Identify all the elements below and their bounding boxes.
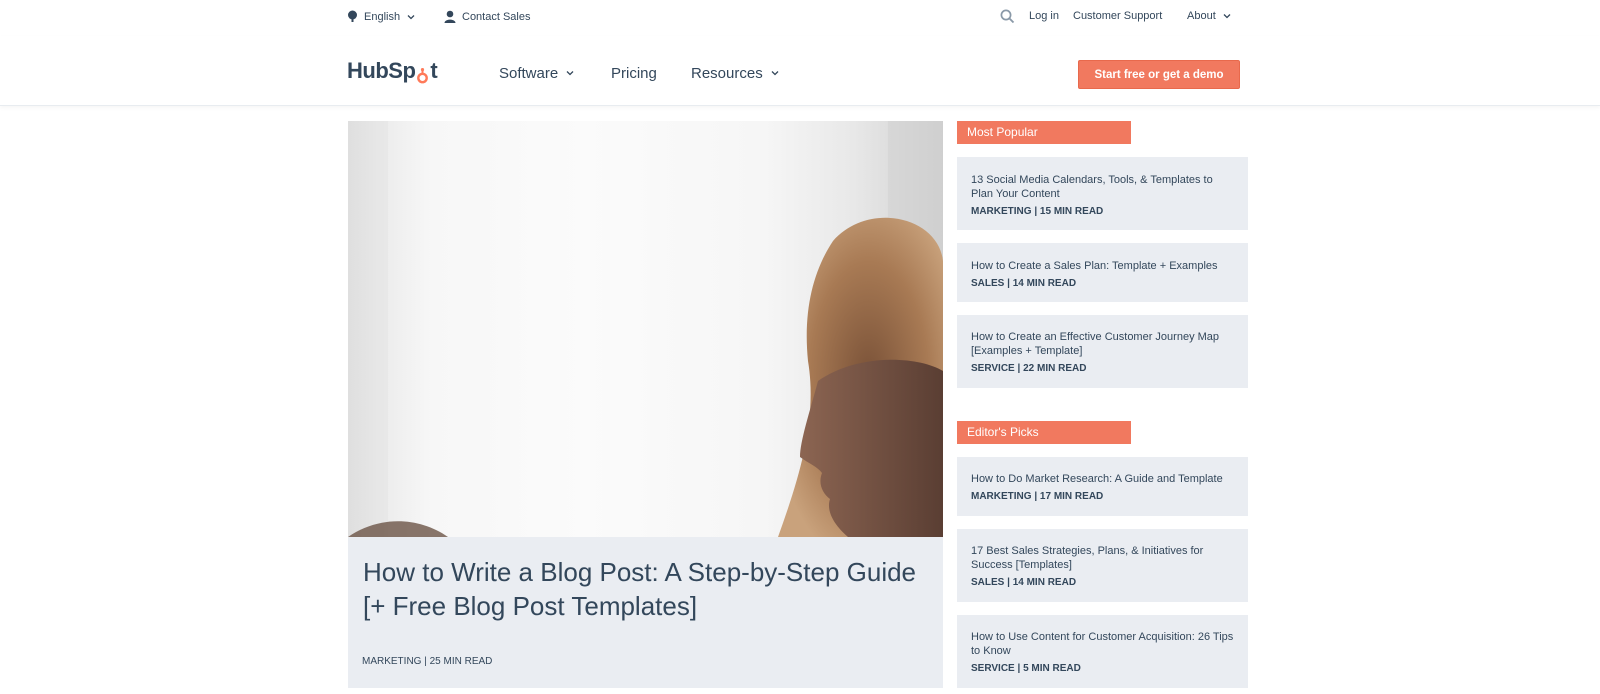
featured-article-read-time: 25 MIN READ bbox=[429, 656, 493, 667]
list-item-meta: SALES | 14 MIN READ bbox=[971, 278, 1077, 289]
list-item-meta: SALES | 14 MIN READ bbox=[971, 577, 1077, 588]
list-item[interactable]: How to Create a Sales Plan: Template + E… bbox=[957, 243, 1248, 302]
list-item-title: How to Create an Effective Customer Jour… bbox=[971, 331, 1220, 357]
list-item-category: SALES bbox=[971, 577, 1005, 588]
list-item-category: MARKETING bbox=[971, 206, 1032, 217]
customer-support-link[interactable]: Customer Support bbox=[1073, 10, 1162, 22]
language-label: English bbox=[364, 10, 401, 23]
list-item-category: SALES bbox=[971, 278, 1005, 289]
language-selector[interactable]: English bbox=[347, 10, 416, 23]
about-label: About bbox=[1187, 10, 1216, 22]
editors-picks-heading: Editor's Picks bbox=[957, 421, 1131, 444]
list-item[interactable]: 17 Best Sales Strategies, Plans, & Initi… bbox=[957, 529, 1248, 602]
login-link[interactable]: Log in bbox=[1029, 10, 1059, 22]
contact-sales-link[interactable]: Contact Sales bbox=[444, 10, 530, 23]
list-item-read-time: 17 MIN READ bbox=[1039, 491, 1104, 502]
featured-article-image[interactable] bbox=[348, 121, 943, 537]
nav-resources[interactable]: Resources bbox=[691, 65, 780, 82]
start-free-demo-button[interactable]: Start free or get a demo bbox=[1078, 60, 1240, 89]
list-item[interactable]: How to Do Market Research: A Guide and T… bbox=[957, 457, 1248, 516]
featured-article-card[interactable]: How to Write a Blog Post: A Step-by-Step… bbox=[348, 121, 943, 688]
logo-text: HubSp bbox=[347, 58, 416, 83]
list-item-read-time: 14 MIN READ bbox=[1012, 278, 1077, 289]
person-icon bbox=[444, 10, 456, 23]
about-menu[interactable]: About bbox=[1187, 10, 1232, 22]
featured-article-meta: MARKETING | 25 MIN READ bbox=[362, 656, 493, 667]
utility-bar: English Contact Sales Log in Customer Su… bbox=[0, 0, 1600, 36]
list-item[interactable]: How to Use Content for Customer Acquisit… bbox=[957, 615, 1248, 688]
chevron-down-icon bbox=[565, 65, 575, 82]
chevron-down-icon bbox=[406, 12, 416, 22]
list-item-category: SERVICE bbox=[971, 363, 1015, 374]
chevron-down-icon bbox=[1222, 11, 1232, 21]
search-button[interactable] bbox=[1000, 9, 1015, 24]
nav-pricing[interactable]: Pricing bbox=[611, 65, 657, 82]
list-item-meta: MARKETING | 17 MIN READ bbox=[971, 491, 1104, 502]
nav-software-label: Software bbox=[499, 65, 559, 82]
featured-article-category: MARKETING bbox=[362, 656, 422, 667]
list-item-read-time: 15 MIN READ bbox=[1039, 206, 1104, 217]
list-item-title: How to Use Content for Customer Acquisit… bbox=[971, 631, 1234, 657]
globe-icon bbox=[347, 10, 358, 23]
nav-resources-label: Resources bbox=[691, 65, 763, 82]
customer-support-label: Customer Support bbox=[1073, 10, 1163, 22]
list-item-meta: SERVICE | 5 MIN READ bbox=[971, 663, 1081, 674]
list-item-meta: MARKETING | 15 MIN READ bbox=[971, 206, 1104, 217]
contact-sales-label: Contact Sales bbox=[462, 10, 531, 23]
list-item-read-time: 5 MIN READ bbox=[1023, 663, 1081, 674]
list-item-meta: SERVICE | 22 MIN READ bbox=[971, 363, 1087, 374]
list-item-read-time: 22 MIN READ bbox=[1023, 363, 1087, 374]
list-item-title: 17 Best Sales Strategies, Plans, & Initi… bbox=[971, 545, 1204, 571]
search-icon bbox=[1000, 9, 1015, 24]
login-label: Log in bbox=[1029, 10, 1059, 22]
chevron-down-icon bbox=[770, 65, 780, 82]
nav-pricing-label: Pricing bbox=[611, 65, 657, 82]
logo-text-end: t bbox=[430, 58, 438, 83]
list-item-read-time: 14 MIN READ bbox=[1012, 577, 1077, 588]
main-nav: HubSp t Software Pricing Resources Start… bbox=[0, 36, 1600, 106]
list-item[interactable]: 13 Social Media Calendars, Tools, & Temp… bbox=[957, 157, 1248, 230]
most-popular-heading: Most Popular bbox=[957, 121, 1131, 144]
list-item-category: MARKETING bbox=[971, 491, 1032, 502]
list-item-title: 13 Social Media Calendars, Tools, & Temp… bbox=[971, 174, 1213, 200]
nav-software[interactable]: Software bbox=[499, 65, 575, 82]
hero-photo-illustration bbox=[348, 121, 943, 537]
list-item[interactable]: How to Create an Effective Customer Jour… bbox=[957, 315, 1248, 388]
hubspot-logo[interactable]: HubSp t bbox=[347, 58, 438, 84]
featured-article-title[interactable]: How to Write a Blog Post: A Step-by-Step… bbox=[363, 555, 923, 623]
list-item-title: How to Do Market Research: A Guide and T… bbox=[971, 473, 1223, 485]
list-item-title: How to Create a Sales Plan: Template + E… bbox=[971, 260, 1218, 272]
sprocket-icon bbox=[415, 65, 430, 83]
list-item-category: SERVICE bbox=[971, 663, 1015, 674]
